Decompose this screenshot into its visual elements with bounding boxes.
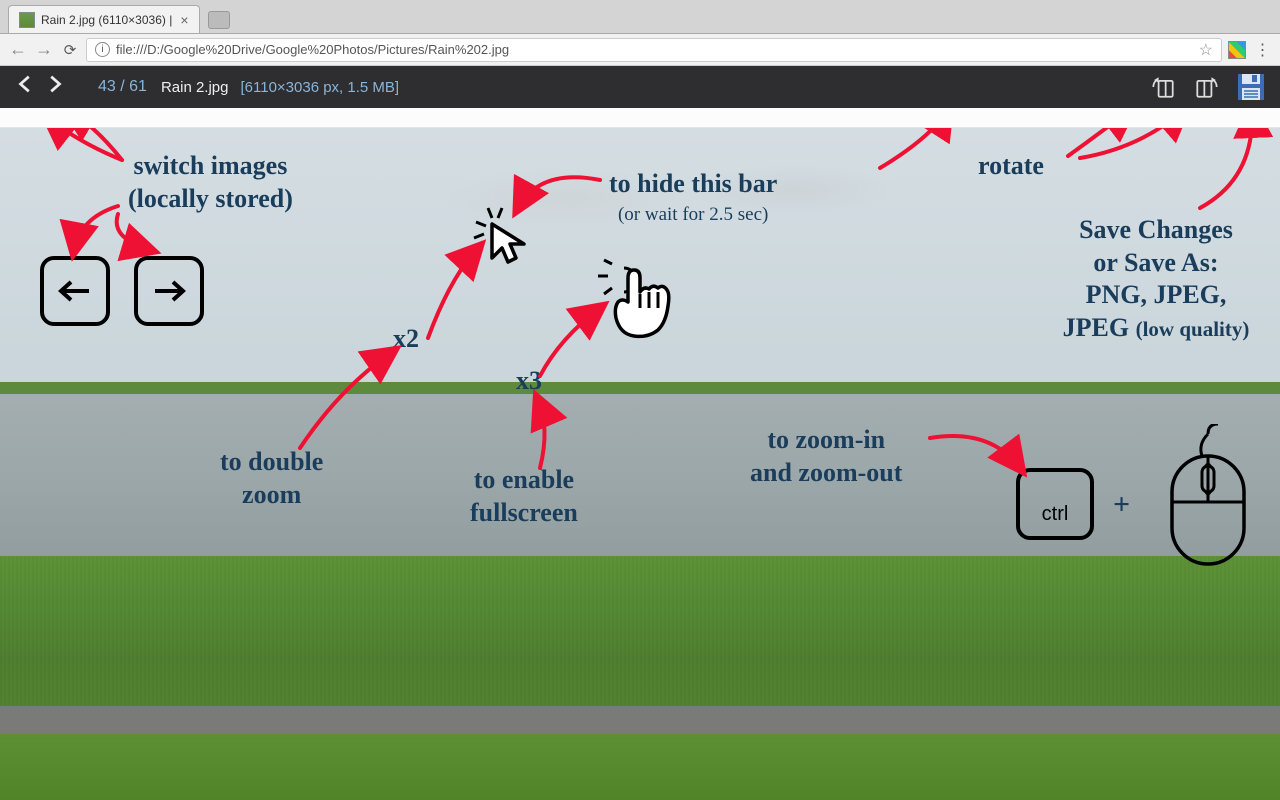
viewer-prev-icon[interactable] [12, 73, 40, 102]
tab-favicon [19, 12, 35, 28]
anno-hide-bar: to hide this bar (or wait for 2.5 sec) [609, 168, 777, 226]
anno-x2: x2 [393, 323, 419, 356]
url-text: file:///D:/Google%20Drive/Google%20Photo… [116, 42, 509, 57]
tab-title: Rain 2.jpg (6110×3036) | [41, 13, 172, 27]
browser-tab-strip: Rain 2.jpg (6110×3036) | × [0, 0, 1280, 34]
image-meta: [6110×3036 px, 1.5 MB] [240, 79, 399, 96]
extension-icon[interactable] [1228, 41, 1246, 59]
save-icon[interactable] [1234, 72, 1268, 102]
site-info-icon[interactable]: i [95, 42, 110, 57]
browser-tab[interactable]: Rain 2.jpg (6110×3036) | × [8, 5, 200, 33]
anno-x3: x3 [516, 365, 542, 398]
anno-fullscreen: to enablefullscreen [470, 464, 578, 529]
anno-double-zoom: to doublezoom [220, 446, 323, 511]
browser-forward-icon[interactable]: → [34, 39, 54, 60]
cursor-click-icon [466, 200, 536, 275]
browser-reload-icon[interactable]: ⟳ [60, 41, 80, 59]
key-left-arrow [40, 256, 110, 326]
address-bar: ← → ⟳ i file:///D:/Google%20Drive/Google… [0, 34, 1280, 66]
tap-hand-icon [588, 254, 678, 349]
viewer-next-icon[interactable] [40, 73, 68, 102]
image-filename: Rain 2.jpg [161, 79, 229, 96]
image-grass [0, 556, 1280, 726]
image-grass-foreground [0, 734, 1280, 800]
browser-menu-icon[interactable]: ⋮ [1252, 40, 1272, 60]
rotate-right-icon[interactable] [1190, 72, 1224, 102]
url-field[interactable]: i file:///D:/Google%20Drive/Google%20Pho… [86, 38, 1222, 62]
new-tab-button[interactable] [208, 11, 230, 29]
key-right-arrow [134, 256, 204, 326]
key-ctrl: ctrl [1016, 468, 1094, 540]
anno-rotate: rotate [978, 150, 1044, 183]
mouse-icon [1158, 424, 1258, 579]
browser-back-icon[interactable]: ← [8, 39, 28, 60]
viewer-toolbar: 43 / 61 Rain 2.jpg [6110×3036 px, 1.5 MB… [0, 66, 1280, 108]
viewer-subbar [0, 108, 1280, 128]
anno-save: Save Changes or Save As: PNG, JPEG, JPEG… [1036, 214, 1276, 344]
bookmark-star-icon[interactable]: ☆ [1199, 40, 1213, 60]
image-viewport[interactable]: switch images(locally stored) to hide th… [0, 128, 1280, 800]
rotate-left-icon[interactable] [1146, 72, 1180, 102]
plus-sign: + [1113, 488, 1130, 522]
anno-zoom-in-out: to zoom-inand zoom-out [750, 424, 902, 489]
image-pavement [0, 706, 1280, 734]
close-tab-icon[interactable]: × [172, 12, 188, 28]
anno-switch-images: switch images(locally stored) [128, 150, 293, 215]
image-counter: 43 / 61 [98, 78, 147, 96]
image-far-grass [0, 382, 1280, 394]
